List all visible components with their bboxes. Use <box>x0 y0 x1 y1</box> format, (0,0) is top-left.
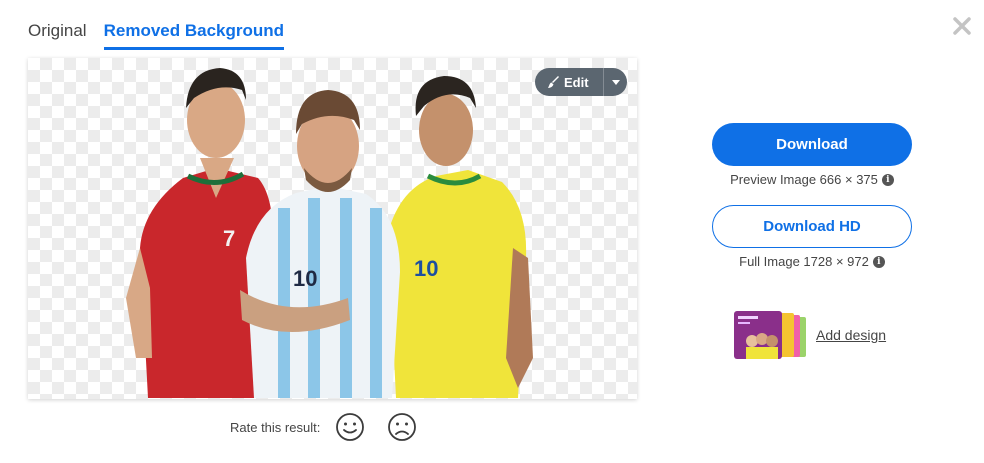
close-icon[interactable] <box>952 16 972 36</box>
edit-label: Edit <box>564 74 589 90</box>
view-tabs: Original Removed Background <box>28 18 285 50</box>
edit-button[interactable]: Edit <box>535 68 627 96</box>
result-image: 7 10 10 <box>126 68 533 398</box>
preview-size-text: Preview Image 666 × 375 <box>730 172 878 187</box>
chevron-down-icon <box>611 79 620 85</box>
jersey-number-middle: 10 <box>293 266 317 291</box>
jersey-number-left: 7 <box>223 226 235 251</box>
add-design-label: Add design <box>816 327 887 343</box>
frown-icon[interactable] <box>387 412 417 442</box>
jersey-number-right: 10 <box>414 256 438 281</box>
brush-icon <box>548 76 559 88</box>
edit-dropdown-toggle[interactable] <box>603 68 627 96</box>
design-thumbnails <box>734 311 806 359</box>
rating-label: Rate this result: <box>230 419 321 435</box>
full-size-text: Full Image 1728 × 972 <box>739 254 869 269</box>
rating-bar: Rate this result: <box>230 410 439 444</box>
tab-original[interactable]: Original <box>28 18 87 50</box>
preview-canvas: 7 10 10 <box>28 58 637 399</box>
add-design-link[interactable]: Add design <box>734 311 886 359</box>
info-icon[interactable]: i <box>881 173 894 186</box>
preview-size-info: Preview Image 666 × 375 i <box>712 172 912 187</box>
download-hd-button[interactable]: Download HD <box>712 205 912 248</box>
tab-removed-background[interactable]: Removed Background <box>103 18 285 50</box>
smile-icon[interactable] <box>335 412 365 442</box>
edit-main-button[interactable]: Edit <box>535 68 603 96</box>
download-button[interactable]: Download <box>712 123 912 166</box>
full-size-info: Full Image 1728 × 972 i <box>712 254 912 269</box>
info-icon[interactable]: i <box>872 255 885 268</box>
